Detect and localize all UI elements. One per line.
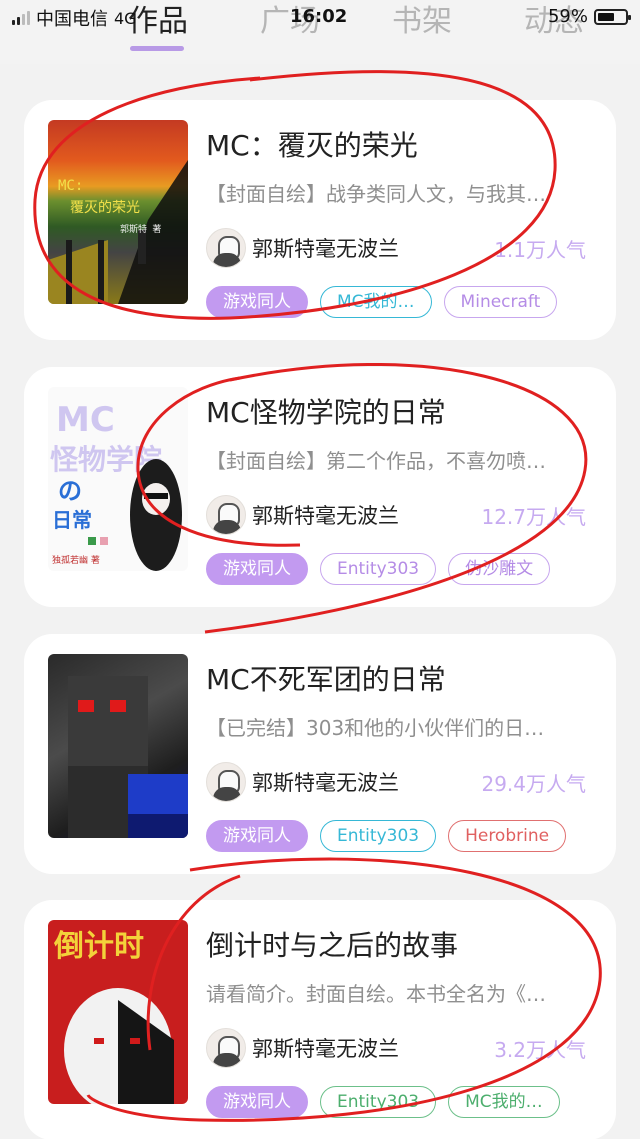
popularity-count: 1.1万人气 bbox=[494, 237, 586, 262]
cover-text: MC bbox=[56, 400, 115, 440]
cover-art-3 bbox=[68, 676, 188, 838]
book-cover[interactable]: MC: 覆灭的荣光 郭斯特 著 bbox=[48, 120, 188, 304]
avatar[interactable] bbox=[206, 495, 246, 535]
tag[interactable]: MC我的… bbox=[320, 286, 432, 318]
author-name[interactable]: 郭斯特毫无波兰 bbox=[252, 500, 399, 530]
tag[interactable]: Entity303 bbox=[320, 1086, 437, 1118]
author-name[interactable]: 郭斯特毫无波兰 bbox=[252, 233, 399, 263]
work-title[interactable]: MC：覆灭的荣光 bbox=[206, 124, 418, 164]
avatar[interactable] bbox=[206, 228, 246, 268]
work-card[interactable]: 倒计时 倒计时与之后的故事 请看简介。封面自绘。本书全名为《… 郭斯特毫无波兰 … bbox=[24, 900, 616, 1139]
tag[interactable]: 游戏同人 bbox=[206, 553, 308, 585]
tag-list: 游戏同人 Entity303 Herobrine bbox=[206, 820, 567, 852]
battery-icon bbox=[594, 8, 631, 25]
cover-text: 独孤若幽 著 bbox=[52, 554, 100, 566]
tag[interactable]: 游戏同人 bbox=[206, 1086, 308, 1118]
popularity-count: 3.2万人气 bbox=[494, 1037, 586, 1062]
work-title[interactable]: 倒计时与之后的故事 bbox=[206, 924, 458, 964]
tab-bookshelf[interactable]: 书架 bbox=[392, 0, 452, 40]
tab-works[interactable]: 作品 bbox=[128, 0, 188, 40]
author-row: 郭斯特毫无波兰 29.4万人气 bbox=[206, 762, 586, 802]
tag[interactable]: Minecraft bbox=[443, 286, 558, 318]
cover-art-2: MC 怪物学院 の 日常 独孤若幽 著 bbox=[50, 400, 182, 571]
avatar[interactable] bbox=[206, 1028, 246, 1068]
tag[interactable]: 游戏同人 bbox=[206, 820, 308, 852]
author-row: 郭斯特毫无波兰 12.7万人气 bbox=[206, 495, 586, 535]
cover-text: 日常 bbox=[52, 508, 92, 532]
cover-text: 郭斯特 著 bbox=[120, 223, 161, 235]
book-cover[interactable]: MC 怪物学院 の 日常 独孤若幽 著 bbox=[48, 387, 188, 571]
cover-art-1: MC: 覆灭的荣光 郭斯特 著 bbox=[48, 160, 188, 304]
popularity-count: 12.7万人气 bbox=[481, 504, 586, 529]
author-name[interactable]: 郭斯特毫无波兰 bbox=[252, 1033, 399, 1063]
tag-list: 游戏同人 Entity303 伪沙雕文 bbox=[206, 553, 551, 585]
popularity-count: 29.4万人气 bbox=[481, 771, 586, 796]
tag-list: 游戏同人 MC我的… Minecraft bbox=[206, 286, 558, 318]
work-desc: 【已完结】303和他的小伙伴们的日… bbox=[206, 716, 545, 740]
book-cover[interactable] bbox=[48, 654, 188, 838]
tag[interactable]: 游戏同人 bbox=[206, 286, 308, 318]
work-card[interactable]: MC 怪物学院 の 日常 独孤若幽 著 MC怪物学院的日常 【封面自绘】第二个作… bbox=[24, 367, 616, 607]
cover-art-4: 倒计时 bbox=[53, 929, 174, 1104]
work-desc: 请看简介。封面自绘。本书全名为《… bbox=[206, 982, 546, 1006]
tag[interactable]: MC我的… bbox=[448, 1086, 560, 1118]
active-tab-indicator bbox=[130, 46, 184, 51]
work-card[interactable]: MC: 覆灭的荣光 郭斯特 著 MC：覆灭的荣光 【封面自绘】战争类同人文，与我… bbox=[24, 100, 616, 340]
status-left: 中国电信 4G bbox=[12, 6, 137, 30]
author-row: 郭斯特毫无波兰 3.2万人气 bbox=[206, 1028, 586, 1068]
tab-bar: 作品 广场 书架 动态 bbox=[128, 0, 584, 40]
tag[interactable]: Entity303 bbox=[320, 553, 437, 585]
tag[interactable]: Entity303 bbox=[320, 820, 437, 852]
cover-text: の bbox=[58, 477, 82, 505]
author-row: 郭斯特毫无波兰 1.1万人气 bbox=[206, 228, 586, 268]
work-desc: 【封面自绘】战争类同人文，与我其… bbox=[206, 182, 546, 206]
book-cover[interactable]: 倒计时 bbox=[48, 920, 188, 1104]
work-card[interactable]: MC不死军团的日常 【已完结】303和他的小伙伴们的日… 郭斯特毫无波兰 29.… bbox=[24, 634, 616, 874]
signal-icon bbox=[12, 11, 30, 25]
top-bar: 作品 广场 书架 动态 中国电信 4G 16:02 59% bbox=[0, 0, 640, 64]
cover-text: 倒计时 bbox=[53, 929, 144, 964]
battery-percent: 59% bbox=[547, 6, 588, 27]
avatar[interactable] bbox=[206, 762, 246, 802]
cover-text: 覆灭的荣光 bbox=[70, 200, 140, 216]
work-desc: 【封面自绘】第二个作品，不喜勿喷… bbox=[206, 449, 546, 473]
author-name[interactable]: 郭斯特毫无波兰 bbox=[252, 767, 399, 797]
network-label: 4G bbox=[114, 8, 137, 28]
work-title[interactable]: MC不死军团的日常 bbox=[206, 658, 446, 698]
cover-text: MC: bbox=[58, 178, 83, 194]
status-time: 16:02 bbox=[290, 6, 348, 27]
tag[interactable]: Herobrine bbox=[448, 820, 567, 852]
tag-list: 游戏同人 Entity303 MC我的… bbox=[206, 1086, 560, 1118]
work-title[interactable]: MC怪物学院的日常 bbox=[206, 391, 446, 431]
tag[interactable]: 伪沙雕文 bbox=[448, 553, 551, 585]
status-right: 59% bbox=[547, 6, 631, 27]
carrier-label: 中国电信 bbox=[36, 9, 108, 30]
